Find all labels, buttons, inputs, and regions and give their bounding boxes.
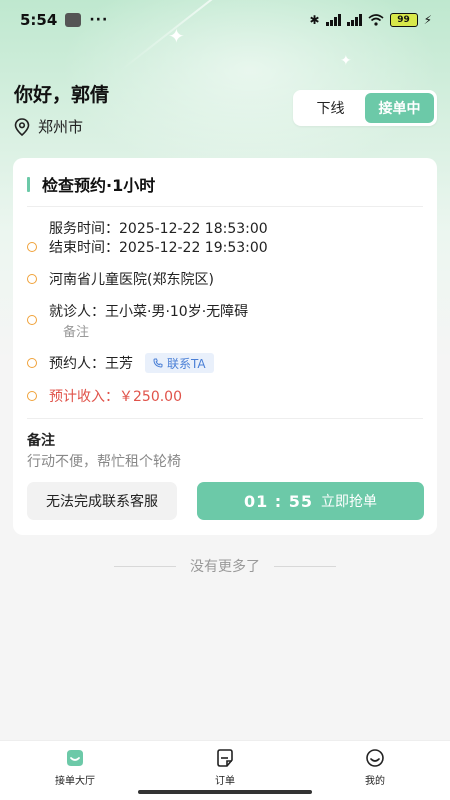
greeting-text: 你好，郭倩 bbox=[14, 84, 110, 106]
nav-item-profile[interactable]: 我的 bbox=[300, 741, 450, 800]
status-time: 5:54 bbox=[20, 11, 58, 29]
contact-label: 联系TA bbox=[167, 356, 206, 371]
order-card[interactable]: 检查预约·1小时 服务时间：2025-12-22 18:53:00 结束时间：2… bbox=[13, 158, 437, 535]
profile-icon bbox=[366, 749, 384, 767]
card-header: 检查预约·1小时 bbox=[27, 172, 155, 196]
service-time: 服务时间：2025-12-22 18:53:00 bbox=[49, 221, 268, 237]
status-bar: 5:54 ··· ✱ 99 ⚡ bbox=[0, 0, 450, 40]
list-end-indicator: 没有更多了 bbox=[0, 556, 450, 576]
home-indicator[interactable] bbox=[138, 790, 312, 794]
battery-icon: 99 bbox=[389, 13, 418, 27]
wrench-icon bbox=[65, 13, 82, 27]
divider bbox=[27, 206, 423, 207]
charging-icon: ⚡ bbox=[423, 13, 432, 27]
toggle-online[interactable]: 接单中 bbox=[365, 93, 434, 123]
contact-support-button[interactable]: 无法完成联系客服 bbox=[27, 482, 177, 520]
bullet-icon bbox=[27, 315, 37, 325]
no-more-text: 没有更多了 bbox=[190, 559, 260, 575]
remark-title: 备注 bbox=[27, 433, 55, 449]
nav-label-orders: 订单 bbox=[215, 776, 235, 787]
card-title: 检查预约·1小时 bbox=[42, 176, 156, 195]
work-status-toggle[interactable]: 下线 接单中 bbox=[293, 90, 437, 126]
booker-info: 预约人：王芳 bbox=[49, 356, 133, 372]
bullet-icon bbox=[27, 391, 37, 401]
nav-label-profile: 我的 bbox=[365, 776, 385, 787]
hall-icon bbox=[67, 750, 83, 766]
title-accent-bar bbox=[27, 176, 30, 192]
patient-info: 就诊人：王小菜·男·10岁·无障碍 bbox=[49, 304, 249, 320]
remark-text: 行动不便，帮忙租个轮椅 bbox=[27, 454, 181, 470]
hospital-row: 河南省儿童医院(郑东院区) bbox=[27, 269, 214, 289]
countdown-timer: 01 : 55 bbox=[243, 491, 314, 511]
phone-icon bbox=[153, 358, 163, 368]
expected-income: 预计收入：￥250.00 bbox=[49, 389, 182, 405]
order-icon bbox=[217, 749, 233, 767]
bullet-icon bbox=[27, 274, 37, 284]
grab-order-button[interactable]: 01 : 55 立即抢单 bbox=[197, 482, 424, 520]
end-time-row: 结束时间：2025-12-22 19:53:00 bbox=[27, 237, 268, 257]
status-more: ··· bbox=[89, 12, 109, 28]
signal-icon bbox=[346, 14, 362, 26]
patient-note: 备注 bbox=[63, 325, 90, 340]
bullet-icon bbox=[27, 358, 37, 368]
divider-line bbox=[274, 565, 336, 567]
contact-button[interactable]: 联系TA bbox=[145, 353, 214, 373]
booker-row: 预约人：王芳 联系TA bbox=[27, 353, 214, 373]
hospital-name: 河南省儿童医院(郑东院区) bbox=[49, 272, 214, 288]
patient-row: 就诊人：王小菜·男·10岁·无障碍 bbox=[27, 301, 248, 321]
signal-icon bbox=[325, 14, 341, 26]
bullet-icon bbox=[27, 242, 37, 252]
nav-label-hall: 接单大厅 bbox=[55, 776, 95, 787]
wifi-icon bbox=[368, 14, 384, 26]
location-pin-icon bbox=[14, 117, 30, 136]
income-row: 预计收入：￥250.00 bbox=[27, 386, 182, 406]
location-label: 郑州市 bbox=[38, 118, 84, 136]
location[interactable]: 郑州市 bbox=[14, 116, 83, 137]
bluetooth-icon: ✱ bbox=[309, 13, 320, 27]
toggle-offline[interactable]: 下线 bbox=[296, 93, 365, 123]
end-time: 结束时间：2025-12-22 19:53:00 bbox=[49, 240, 268, 256]
divider-line bbox=[114, 565, 176, 567]
patient-bullet bbox=[27, 310, 49, 330]
service-time-row: 服务时间：2025-12-22 18:53:00 bbox=[27, 218, 268, 238]
grab-order-label: 立即抢单 bbox=[321, 494, 378, 510]
sparkle-icon: ✦ bbox=[340, 53, 352, 69]
nav-item-hall[interactable]: 接单大厅 bbox=[0, 741, 150, 800]
divider bbox=[27, 418, 423, 419]
